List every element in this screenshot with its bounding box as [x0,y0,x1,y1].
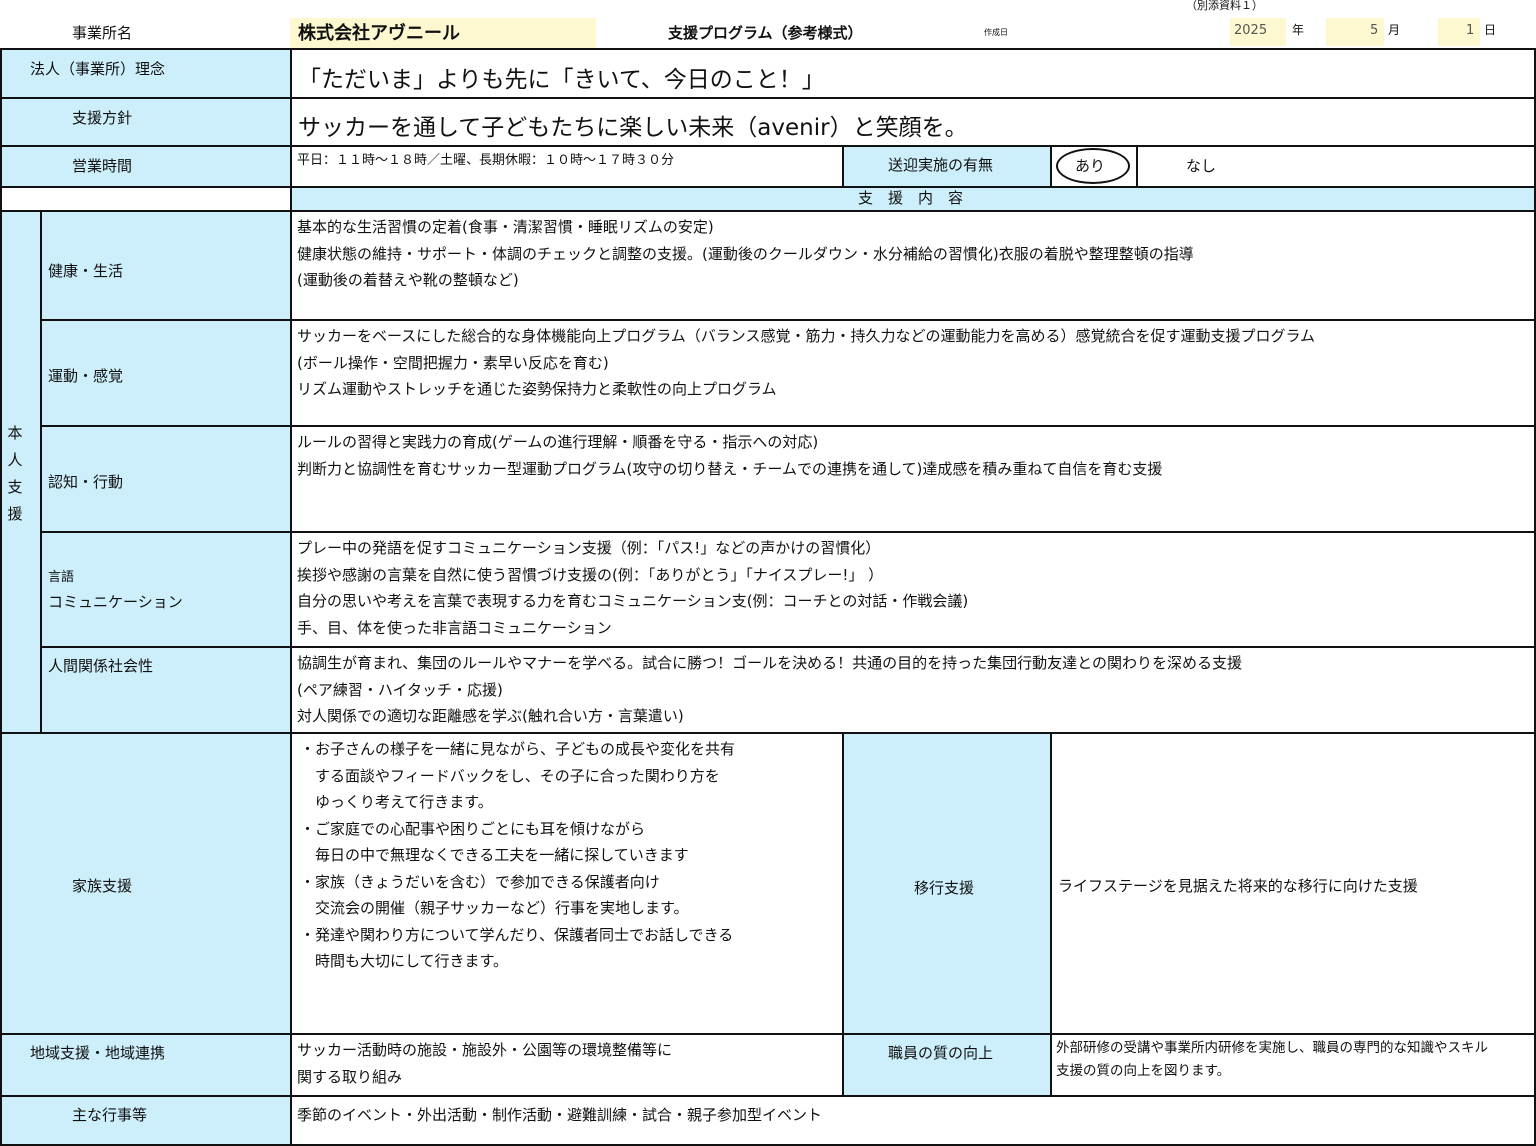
hours-label: 営業時間 [72,157,133,175]
philosophy-value: 「ただいま」よりも先に「きいて、今日のこと！」 [298,67,825,93]
month-field[interactable]: 5 [1326,18,1384,46]
events-label-cell: 主な行事等 [0,1095,292,1146]
events-content[interactable]: 季節のイベント・外出活動・制作活動・避難訓練・試合・親子参加型イベント [290,1095,1536,1146]
community-text: サッカー活動時の施設・施設外・公園等の環境整備等に 関する取り組み [297,1041,673,1086]
community-content[interactable]: サッカー活動時の施設・施設外・公園等の環境整備等に 関する取り組み [290,1033,844,1097]
transport-label-cell: 送迎実施の有無 [842,145,1052,188]
office-name-field[interactable]: 株式会社アヴニール [290,18,596,48]
philosophy-label: 法人（事業所）理念 [30,60,166,78]
domain-social-content[interactable]: 協調生が育まれ、集団のルールやマナーを学べる。試合に勝つ！ゴールを決める！共通の… [290,646,1536,734]
staff-content[interactable]: 外部研修の受講や事業所内研修を実施し、職員の専門的な知識やスキル 支援の質の向上… [1050,1033,1536,1097]
philosophy-label-cell: 法人（事業所）理念 [0,48,292,99]
domain-social-text: 協調生が育まれ、集団のルールやマナーを学べる。試合に勝つ！ゴールを決める！共通の… [297,654,1243,725]
domain-motor-text: サッカーをベースにした総合的な身体機能向上プログラム（バランス感覚・筋力・持久力… [297,327,1316,398]
community-label-cell: 地域支援・地域連携 [0,1033,292,1097]
policy-label: 支援方針 [72,109,133,127]
domain-health-label: 健康・生活 [48,262,124,280]
transport-option-no[interactable]: なし [1136,145,1536,188]
office-name-label: 事業所名 [72,24,133,42]
support-header: 支 援 内 容 [858,189,964,207]
month-value: 5 [1370,23,1379,38]
year-value: 2025 [1234,23,1268,38]
events-label: 主な行事等 [72,1106,148,1124]
domain-health-text: 基本的な生活習慣の定着(食事・清潔習慣・睡眠リズムの安定) 健康状態の維持・サポ… [297,218,1194,289]
domain-motor-label: 運動・感覚 [48,367,124,385]
domain-cognition-text: ルールの習得と実践力の育成(ゲームの進行理解・順番を守る・指示への対応) 判断力… [297,433,1163,478]
option-no-label: なし [1186,157,1217,175]
transition-content[interactable]: ライフステージを見据えた将来的な移行に向けた支援 [1050,732,1536,1035]
transition-label-cell: 移行支援 [842,732,1052,1035]
family-content[interactable]: ・お子さんの様子を一緒に見ながら、子どもの成長や変化を共有 する面談やフィードバ… [290,732,844,1035]
option-yes-label: あり [1075,157,1106,175]
personal-support-label-cell: 本 人 支 援 [0,210,42,734]
domain-motor-content[interactable]: サッカーをベースにした総合的な身体機能向上プログラム（バランス感覚・筋力・持久力… [290,319,1536,427]
support-header-cell: 支 援 内 容 [290,186,1536,212]
domain-cognition-label-cell: 認知・行動 [40,425,292,533]
domain-language-label-cell: 言語 コミュニケーション [40,531,292,648]
domain-social-label: 人間関係社会性 [48,657,154,675]
transition-label: 移行支援 [914,879,975,897]
office-name-value: 株式会社アヴニール [298,23,460,44]
day-value: 1 [1466,23,1475,38]
personal-support-label: 本 人 支 援 [7,424,23,523]
family-label: 家族支援 [72,877,133,895]
program-title: 支援プログラム（参考様式） [668,24,863,42]
policy-label-cell: 支援方針 [0,97,292,147]
transport-label: 送迎実施の有無 [888,156,994,174]
community-label: 地域支援・地域連携 [30,1044,166,1062]
staff-label-cell: 職員の質の向上 [842,1033,1052,1097]
day-field[interactable]: 1 [1438,18,1480,46]
hours-value-cell[interactable]: 平日：１１時～１８時／土曜、長期休暇：１０時～１７時３０分 [290,145,844,188]
domain-social-label-cell: 人間関係社会性 [40,646,292,734]
domain-health-content[interactable]: 基本的な生活習慣の定着(食事・清潔習慣・睡眠リズムの安定) 健康状態の維持・サポ… [290,210,1536,321]
attachment-note: （別添資料１） [1186,0,1263,12]
family-label-cell: 家族支援 [0,732,292,1035]
year-field[interactable]: 2025 [1230,18,1286,46]
domain-language-label-1: 言語 [48,570,75,585]
support-header-spacer [0,186,292,212]
day-unit: 日 [1484,23,1497,37]
family-text: ・お子さんの様子を一緒に見ながら、子どもの成長や変化を共有 する面談やフィードバ… [300,740,736,970]
domain-motor-label-cell: 運動・感覚 [40,319,292,427]
domain-language-text: プレー中の発語を促すコミュニケーション支援（例：「パス!」などの声かけの習慣化）… [297,539,969,637]
year-unit: 年 [1292,23,1305,37]
policy-value-cell[interactable]: サッカーを通して子どもたちに楽しい未来（avenir）と笑顔を。 [290,97,1536,147]
staff-label: 職員の質の向上 [888,1044,994,1062]
domain-cognition-content[interactable]: ルールの習得と実践力の育成(ゲームの進行理解・順番を守る・指示への対応) 判断力… [290,425,1536,533]
month-unit: 月 [1388,23,1401,37]
transport-option-yes[interactable]: あり [1050,145,1138,188]
staff-text: 外部研修の受講や事業所内研修を実施し、職員の専門的な知識やスキル 支援の質の向上… [1056,1040,1488,1079]
policy-value: サッカーを通して子どもたちに楽しい未来（avenir）と笑顔を。 [298,115,968,141]
domain-language-content[interactable]: プレー中の発語を促すコミュニケーション支援（例：「パス!」などの声かけの習慣化）… [290,531,1536,648]
domain-health-label-cell: 健康・生活 [40,210,292,321]
created-date-label: 作成日 [984,28,1008,37]
philosophy-value-cell[interactable]: 「ただいま」よりも先に「きいて、今日のこと！」 [290,48,1536,99]
hours-label-cell: 営業時間 [0,145,292,188]
hours-value: 平日：１１時～１８時／土曜、長期休暇：１０時～１７時３０分 [297,153,675,168]
domain-language-label-2: コミュニケーション [48,593,183,611]
domain-cognition-label: 認知・行動 [48,473,124,491]
transition-value: ライフステージを見据えた将来的な移行に向けた支援 [1058,877,1418,895]
events-value: 季節のイベント・外出活動・制作活動・避難訓練・試合・親子参加型イベント [297,1106,823,1124]
